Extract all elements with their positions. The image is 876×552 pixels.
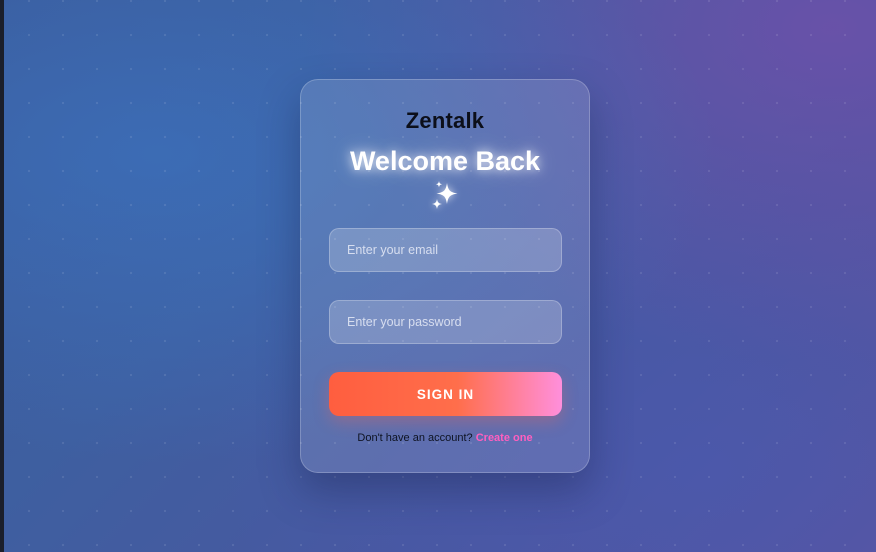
password-field[interactable] [329,300,562,344]
signup-prompt-text: Don't have an account? [357,432,473,444]
page-background: Zentalk Welcome Back SIGN IN Don't have … [0,0,876,552]
signup-prompt: Don't have an account? Create one [301,432,589,444]
brand-name: Zentalk [405,108,485,133]
create-account-link[interactable]: Create one [476,432,533,444]
page-title: Welcome Back [349,146,541,176]
email-field[interactable] [329,228,562,272]
window-edge [0,0,4,552]
login-card: Zentalk Welcome Back SIGN IN Don't have … [300,79,590,473]
sparkles-icon [432,181,458,209]
sign-in-button[interactable]: SIGN IN [329,372,562,416]
